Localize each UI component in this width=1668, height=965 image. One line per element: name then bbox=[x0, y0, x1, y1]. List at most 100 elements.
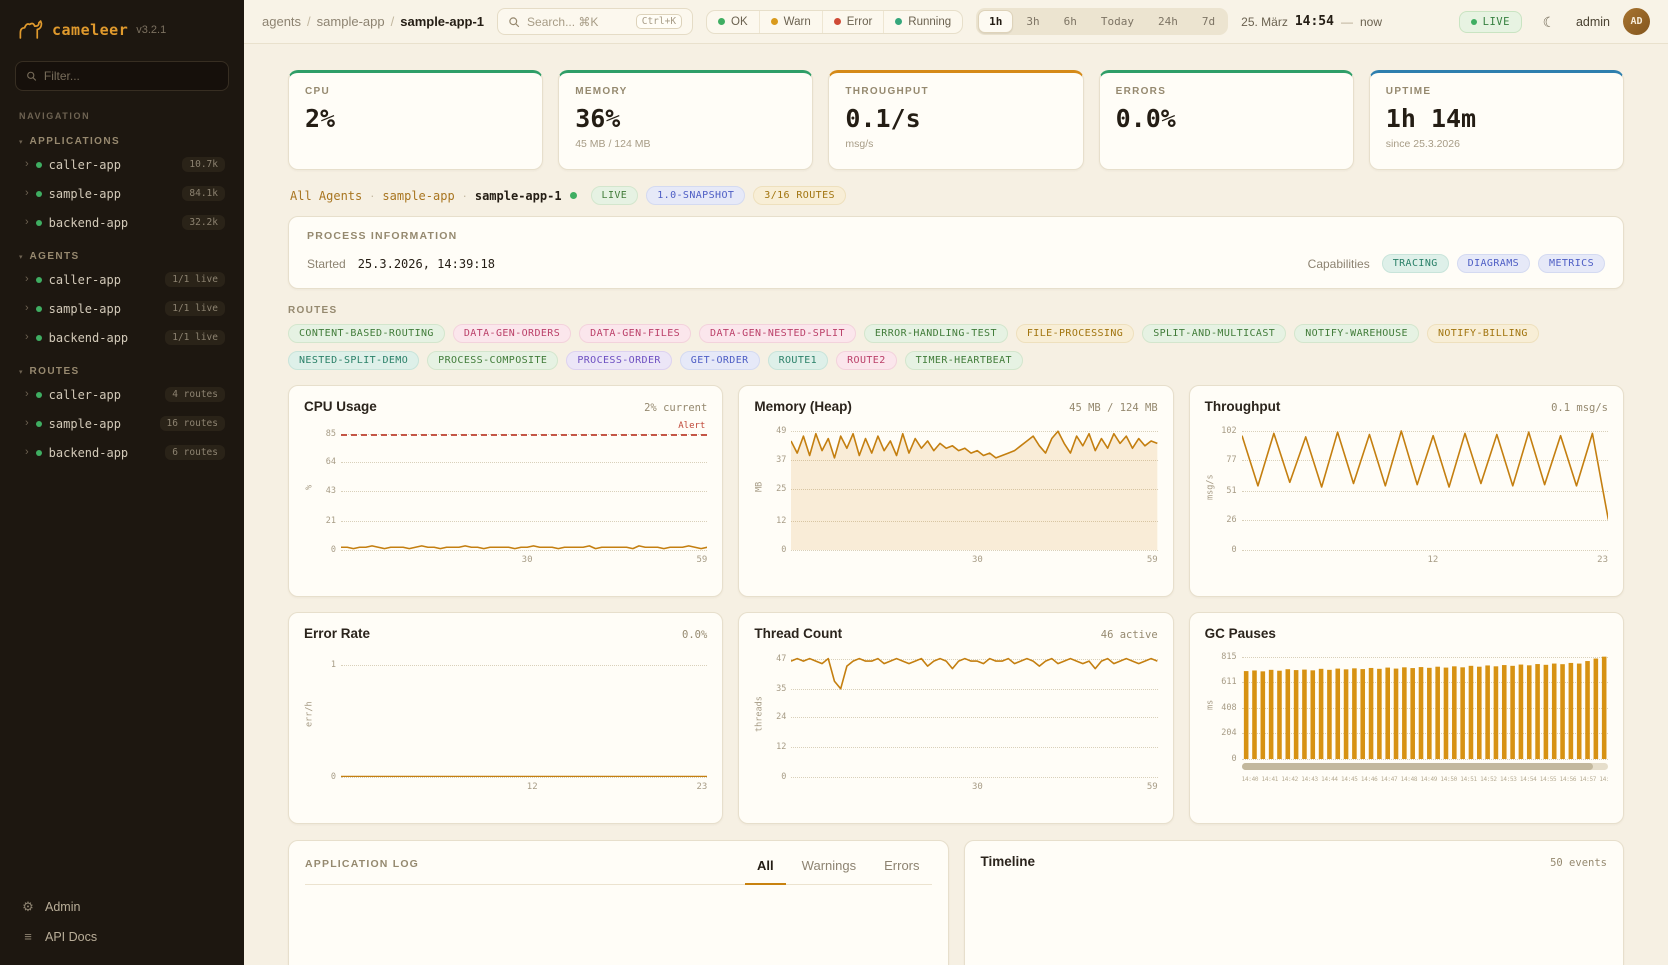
route-pill-data-gen-files[interactable]: DATA-GEN-FILES bbox=[579, 324, 691, 343]
sidebar-item-applications-backend-app[interactable]: ›backend-app32.2k bbox=[13, 209, 231, 236]
capability-tracing[interactable]: TRACING bbox=[1382, 254, 1449, 273]
sidebar-item-applications-sample-app[interactable]: ›sample-app84.1k bbox=[13, 180, 231, 207]
chip-label: Error bbox=[847, 16, 873, 28]
breadcrumb-current: sample-app-1 bbox=[400, 14, 484, 29]
timeline-title: Timeline bbox=[981, 854, 1036, 869]
route-pill-route1[interactable]: ROUTE1 bbox=[768, 351, 829, 370]
filter-chip-warn[interactable]: Warn bbox=[759, 11, 822, 33]
app-name: cameleer bbox=[52, 21, 128, 39]
dense-x-labels: 14:40 14:41 14:42 14:43 14:44 14:45 14:4… bbox=[1242, 773, 1608, 787]
route-pill-process-order[interactable]: PROCESS-ORDER bbox=[566, 351, 671, 370]
time-range-24h[interactable]: 24h bbox=[1147, 10, 1189, 33]
sidebar-section-applications: ▾APPLICATIONS ›caller-app10.7k›sample-app… bbox=[13, 136, 231, 236]
global-search[interactable]: Search... ⌘K Ctrl+K bbox=[497, 8, 693, 35]
api-docs-link[interactable]: ≡ API Docs bbox=[13, 922, 231, 951]
avatar[interactable]: AD bbox=[1623, 8, 1650, 35]
navigation-label: NAVIGATION bbox=[19, 111, 225, 121]
gear-icon: ⚙ bbox=[21, 899, 35, 915]
chevron-right-icon: › bbox=[25, 274, 29, 285]
sidebar-item-applications-caller-app[interactable]: ›caller-app10.7k bbox=[13, 151, 231, 178]
process-info-title: PROCESS INFORMATION bbox=[307, 230, 1605, 242]
route-pill-notify-billing[interactable]: NOTIFY-BILLING bbox=[1427, 324, 1539, 343]
sidebar-item-agents-caller-app[interactable]: ›caller-app1/1 live bbox=[13, 266, 231, 293]
filter-chip-running[interactable]: Running bbox=[883, 11, 962, 33]
x-axis-ticks: 1223 bbox=[341, 780, 707, 796]
all-agents-link[interactable]: All Agents bbox=[290, 189, 362, 203]
sidebar-item-routes-backend-app[interactable]: ›backend-app6 routes bbox=[13, 439, 231, 466]
topbar: agents / sample-app / sample-app-1 Searc… bbox=[244, 0, 1668, 44]
log-tab-errors[interactable]: Errors bbox=[872, 854, 931, 885]
sidebar-section-header[interactable]: ▾AGENTS bbox=[13, 251, 231, 264]
time-range-1h[interactable]: 1h bbox=[978, 10, 1013, 33]
time-range-7d[interactable]: 7d bbox=[1191, 10, 1226, 33]
route-pill-file-processing[interactable]: FILE-PROCESSING bbox=[1016, 324, 1134, 343]
scrollbar-thumb[interactable] bbox=[1242, 763, 1594, 770]
process-info-card: PROCESS INFORMATION Started 25.3.2026, 1… bbox=[288, 216, 1624, 289]
log-tab-all[interactable]: All bbox=[745, 854, 786, 885]
route-pill-content-based-routing[interactable]: CONTENT-BASED-ROUTING bbox=[288, 324, 445, 343]
section-label: AGENTS bbox=[30, 251, 80, 262]
status-dot bbox=[771, 18, 778, 25]
item-count-badge: 1/1 live bbox=[165, 272, 225, 287]
sidebar-item-routes-caller-app[interactable]: ›caller-app4 routes bbox=[13, 381, 231, 408]
time-range-3h[interactable]: 3h bbox=[1015, 10, 1050, 33]
chip-label: Warn bbox=[784, 16, 811, 28]
item-label: backend-app bbox=[49, 446, 128, 460]
started-label: Started bbox=[307, 257, 346, 271]
time-label: 14:54 bbox=[1295, 14, 1334, 29]
time-range-6h[interactable]: 6h bbox=[1053, 10, 1088, 33]
sidebar-section-header[interactable]: ▾ ROUTES bbox=[13, 366, 231, 379]
chevron-right-icon: › bbox=[25, 159, 29, 170]
filter-chip-error[interactable]: Error bbox=[822, 11, 884, 33]
capability-metrics[interactable]: METRICS bbox=[1538, 254, 1605, 273]
item-label: caller-app bbox=[49, 388, 121, 402]
chart-card-gc-pauses: GC Pausesms815611408204014:40 14:41 14:4… bbox=[1189, 612, 1624, 824]
sidebar-item-agents-backend-app[interactable]: ›backend-app1/1 live bbox=[13, 324, 231, 351]
breadcrumb-sample-app[interactable]: sample-app bbox=[317, 14, 385, 29]
breadcrumb-separator: / bbox=[307, 14, 311, 29]
chart-card-memory-heap: Memory (Heap)45 MB / 124 MBMB49372512030… bbox=[738, 385, 1173, 597]
chart-scrollbar[interactable] bbox=[1242, 763, 1608, 770]
log-tab-warnings[interactable]: Warnings bbox=[790, 854, 868, 885]
capability-diagrams[interactable]: DIAGRAMS bbox=[1457, 254, 1530, 273]
time-range-today[interactable]: Today bbox=[1090, 10, 1145, 33]
status-dot bbox=[36, 220, 42, 226]
sidebar-item-agents-sample-app[interactable]: ›sample-app1/1 live bbox=[13, 295, 231, 322]
admin-link[interactable]: ⚙ Admin bbox=[13, 892, 231, 922]
item-count-badge: 16 routes bbox=[160, 416, 225, 431]
route-pill-timer-heartbeat[interactable]: TIMER-HEARTBEAT bbox=[905, 351, 1023, 370]
route-pill-data-gen-nested-split[interactable]: DATA-GEN-NESTED-SPLIT bbox=[699, 324, 856, 343]
app-logo[interactable]: cameleer v3.2.1 bbox=[13, 16, 231, 43]
chevron-right-icon: › bbox=[25, 217, 29, 228]
breadcrumb-agents[interactable]: agents bbox=[262, 14, 301, 29]
route-pill-nested-split-demo[interactable]: NESTED-SPLIT-DEMO bbox=[288, 351, 419, 370]
badge-live: LIVE bbox=[591, 186, 639, 205]
datetime-display[interactable]: 25. März 14:54 — now bbox=[1241, 14, 1382, 29]
section-label: ROUTES bbox=[30, 366, 80, 377]
filter-chip-ok[interactable]: OK bbox=[707, 11, 759, 33]
caret-down-icon: ▾ bbox=[19, 368, 23, 376]
capability-pills: TRACING DIAGRAMS METRICS bbox=[1382, 254, 1605, 273]
route-pill-route2[interactable]: ROUTE2 bbox=[836, 351, 897, 370]
route-pill-notify-warehouse[interactable]: NOTIFY-WAREHOUSE bbox=[1294, 324, 1419, 343]
stats-row: CPU 2% MEMORY 36% 45 MB / 124 MB THROUGH… bbox=[288, 70, 1624, 170]
search-placeholder: Search... ⌘K bbox=[527, 15, 629, 29]
sidebar-section-header[interactable]: ▾APPLICATIONS bbox=[13, 136, 231, 149]
sidebar-item-routes-sample-app[interactable]: ›sample-app16 routes bbox=[13, 410, 231, 437]
route-pill-process-composite[interactable]: PROCESS-COMPOSITE bbox=[427, 351, 558, 370]
y-axis-label: err/h bbox=[304, 651, 315, 777]
route-pill-get-order[interactable]: GET-ORDER bbox=[680, 351, 760, 370]
dark-mode-toggle[interactable]: ☾ bbox=[1535, 8, 1563, 36]
time-range-selector: 1h3h6hToday24h7d bbox=[976, 8, 1228, 35]
dashboard-content: CPU 2% MEMORY 36% 45 MB / 124 MB THROUGH… bbox=[244, 44, 1668, 965]
route-pill-data-gen-orders[interactable]: DATA-GEN-ORDERS bbox=[453, 324, 571, 343]
agent-app-link[interactable]: sample-app bbox=[382, 189, 454, 203]
y-axis-label: msg/s bbox=[1205, 424, 1216, 550]
chart-title: Thread Count bbox=[754, 626, 842, 641]
filter-input[interactable] bbox=[44, 69, 218, 83]
bottom-row: APPLICATION LOG AllWarningsErrors Timeli… bbox=[288, 840, 1624, 965]
live-status-badge[interactable]: LIVE bbox=[1459, 11, 1522, 33]
sidebar-sections: ▾APPLICATIONS›caller-app10.7k›sample-app… bbox=[13, 121, 231, 466]
route-pill-split-and-multicast[interactable]: SPLIT-AND-MULTICAST bbox=[1142, 324, 1286, 343]
route-pill-error-handling-test[interactable]: ERROR-HANDLING-TEST bbox=[864, 324, 1008, 343]
